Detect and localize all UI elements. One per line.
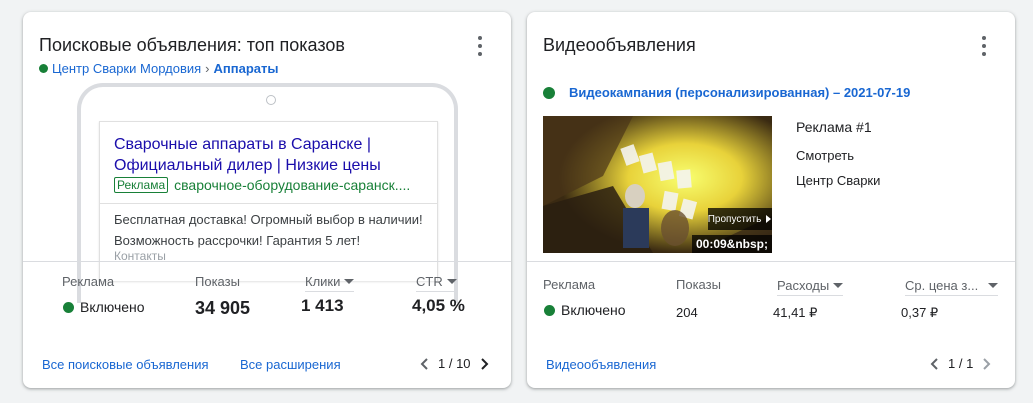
chevron-left-icon[interactable] [928,357,942,371]
status-text: Включено [80,299,145,315]
video-ad-name: Реклама #1 [796,119,872,135]
impressions-label: Показы [676,277,721,292]
ad-url-row: Реклама сварочное-оборудование-саранск..… [114,177,410,193]
clicks-sort-header[interactable]: Клики [305,274,355,292]
avg-price-value: 0,37 ₽ [901,305,939,320]
stats-divider [23,261,511,262]
cost-label: Расходы [777,278,830,293]
video-duration: 00:09&nbsp; [691,235,772,253]
cost-value: 41,41 ₽ [773,305,818,320]
card-title: Поисковые объявления: топ показов [39,35,345,55]
all-extensions-link[interactable]: Все расширения [240,357,341,372]
pagination: 1 / 10 [418,356,491,371]
ad-status: Включено [63,299,145,315]
ad-preview: Сварочные аппараты в Саранске | Официаль… [99,121,438,281]
chevron-right-icon[interactable] [979,357,993,371]
card-title: Видеообъявления [543,35,696,55]
sort-caret-icon [344,279,355,284]
sort-caret-icon [988,283,999,288]
ctr-sort-header[interactable]: CTR [416,274,457,292]
stats-divider [527,261,1015,262]
skip-label: Пропустить [707,213,762,225]
skip-icon [766,215,772,223]
ad-display-url: сварочное-оборудование-саранск.... [174,177,411,193]
ad-description: Бесплатная доставка! Огромный выбор в на… [114,212,423,248]
breadcrumb: Центр Сварки Мордовия › Аппараты [39,61,278,76]
breadcrumb-adgroup-link[interactable]: Аппараты [214,61,279,76]
more-vert-icon[interactable] [471,36,489,56]
ad-status: Включено [544,302,626,318]
phone-camera-icon [266,95,276,105]
all-video-ads-link[interactable]: Видеообъявления [546,357,656,372]
breadcrumb-separator: › [205,61,210,76]
status-dot-icon [63,301,74,313]
status-dot-icon [543,86,555,99]
impressions-value: 204 [676,305,698,320]
chevron-left-icon[interactable] [418,357,432,371]
clicks-label: Клики [305,274,341,289]
ad-divider [100,203,437,204]
all-search-ads-link[interactable]: Все поисковые объявления [42,357,209,372]
breadcrumb-campaign-link[interactable]: Центр Сварки Мордовия [52,61,201,76]
video-frame-image [543,116,772,253]
ad-headline[interactable]: Сварочные аппараты в Саранске | Официаль… [114,134,424,176]
video-campaign-link[interactable]: Видеокампания (персонализированная) – 20… [543,85,910,100]
ad-column-label: Реклама [543,277,596,292]
ad-column-label: Реклама [62,274,115,289]
avg-price-sort-header[interactable]: Ср. цена з... [905,278,999,296]
status-text: Включено [561,302,626,318]
sort-caret-icon [833,283,844,288]
page-indicator: 1 / 1 [948,356,974,371]
status-dot-icon [544,304,555,316]
clicks-value: 1 413 [301,296,344,315]
page-indicator: 1 / 10 [438,356,471,371]
ctr-label: CTR [416,274,443,289]
chevron-right-icon[interactable] [477,357,491,371]
sort-caret-icon [446,279,457,284]
skip-ad-button[interactable]: Пропустить [708,208,772,230]
video-thumbnail[interactable]: Пропустить 00:09&nbsp; [543,116,772,253]
campaign-name: Видеокампания (персонализированная) – 20… [569,85,911,100]
search-ads-card: Поисковые объявления: топ показов Центр … [23,12,511,388]
impressions-label: Показы [195,274,240,289]
video-ads-card: Видеообъявления Видеокампания (персонали… [527,12,1015,388]
ad-badge: Реклама [114,177,169,193]
avg-price-label: Ср. цена з... [905,278,979,293]
phone-mockup: Сварочные аппараты в Саранске | Официаль… [77,83,458,303]
status-dot-icon [39,64,48,73]
pagination: 1 / 1 [928,356,993,371]
video-ad-advertiser: Центр Сварки [796,173,881,188]
ctr-value: 4,05 % [412,296,465,315]
impressions-value: 34 905 [195,298,251,318]
cost-sort-header[interactable]: Расходы [777,278,844,296]
more-vert-icon[interactable] [975,36,993,56]
video-ad-action: Смотреть [796,148,854,163]
